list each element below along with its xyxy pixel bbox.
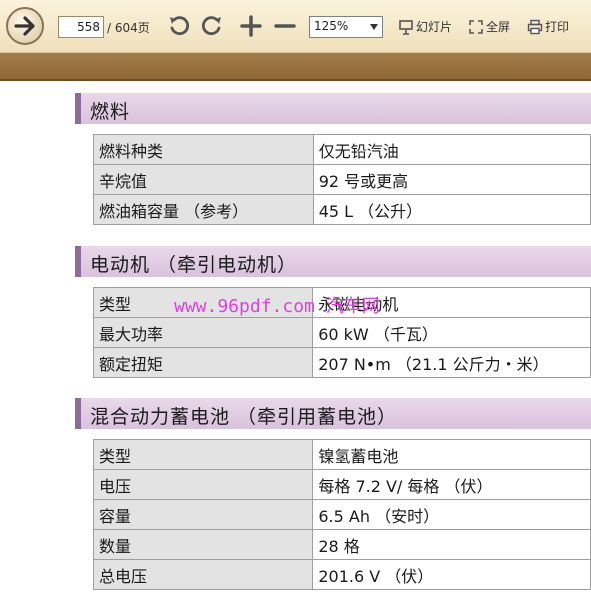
next-page-button[interactable] — [6, 7, 44, 45]
spec-table-motor: 类型 永磁电动机 最大功率 60 kW （千瓦） 额定扭矩 207 N•m （2… — [92, 287, 591, 378]
spec-key: 燃料种类 — [93, 134, 314, 165]
table-row: 类型 永磁电动机 — [92, 287, 591, 318]
rotate-right-button[interactable] — [199, 12, 225, 40]
spec-key: 额定扭矩 — [92, 347, 314, 378]
table-row: 容量 6.5 Ah （安时） — [92, 499, 591, 530]
spec-key: 数量 — [92, 529, 314, 560]
spec-value: 201.6 V （伏） — [312, 559, 591, 590]
spec-value: 仅无铅汽油 — [312, 134, 591, 165]
table-row: 类型 镍氢蓄电池 — [92, 439, 591, 470]
spec-key: 电压 — [92, 469, 314, 500]
spec-table-hybrid-battery: 类型 镍氢蓄电池 电压 每格 7.2 V/ 每格 （伏） 容量 6.5 Ah （… — [92, 439, 591, 590]
table-row: 总电压 201.6 V （伏） — [92, 559, 591, 590]
minus-icon — [274, 24, 296, 28]
chevron-down-icon — [370, 24, 378, 30]
zoom-in-button[interactable] — [238, 12, 264, 40]
spec-key: 容量 — [92, 499, 314, 530]
table-row: 燃油箱容量 （参考） 45 L （公升） — [93, 194, 591, 225]
table-row: 电压 每格 7.2 V/ 每格 （伏） — [92, 469, 591, 500]
spec-value: 45 L （公升） — [312, 194, 591, 225]
plus-icon — [240, 15, 262, 37]
spec-table-fuel: 燃料种类 仅无铅汽油 辛烷值 92 号或更高 燃油箱容量 （参考） 45 L （… — [93, 134, 591, 225]
arrow-right-icon — [14, 16, 35, 36]
fullscreen-button[interactable]: 全屏 — [468, 18, 510, 35]
page-number-input[interactable]: 558 — [58, 16, 104, 38]
slideshow-label: 幻灯片 — [416, 20, 453, 34]
spec-key: 最大功率 — [92, 317, 314, 348]
zoom-out-button[interactable] — [272, 12, 298, 40]
section-title: 电动机 （牵引电动机） — [90, 254, 298, 276]
section-title: 燃料 — [90, 101, 131, 123]
fullscreen-icon — [469, 19, 483, 34]
spec-value: 60 kW （千瓦） — [312, 317, 591, 348]
spec-value: 92 号或更高 — [312, 164, 591, 195]
spec-value: 28 格 — [312, 529, 591, 560]
spec-key: 燃油箱容量 （参考） — [93, 194, 314, 225]
slideshow-button[interactable]: 幻灯片 — [398, 18, 452, 35]
fullscreen-label: 全屏 — [486, 20, 511, 34]
section-header-hybrid-battery: 混合动力蓄电池 （牵引用蓄电池） — [75, 398, 591, 429]
rotate-left-icon — [170, 16, 190, 36]
toolbar-divider-band — [0, 53, 591, 81]
spec-value: 镍氢蓄电池 — [312, 439, 591, 470]
spec-value: 207 N•m （21.1 公斤力・米） — [312, 347, 591, 378]
spec-value: 每格 7.2 V/ 每格 （伏） — [312, 469, 591, 500]
spec-key: 总电压 — [92, 559, 314, 590]
spec-key: 类型 — [92, 439, 314, 470]
spec-value: 永磁电动机 — [312, 287, 591, 318]
rotate-left-button[interactable] — [166, 12, 192, 40]
section-title: 混合动力蓄电池 （牵引用蓄电池） — [90, 406, 398, 428]
toolbar: 558 / 604页 125% 幻灯片 全屏 打印 — [0, 0, 591, 53]
print-button[interactable]: 打印 — [527, 18, 569, 35]
print-label: 打印 — [545, 20, 570, 34]
table-row: 额定扭矩 207 N•m （21.1 公斤力・米） — [92, 347, 591, 378]
table-row: 数量 28 格 — [92, 529, 591, 560]
table-row: 辛烷值 92 号或更高 — [93, 164, 591, 195]
spec-key: 辛烷值 — [93, 164, 314, 195]
section-header-fuel: 燃料 — [75, 93, 591, 124]
zoom-value: 125% — [314, 19, 349, 33]
table-row: 最大功率 60 kW （千瓦） — [92, 317, 591, 348]
table-row: 燃料种类 仅无铅汽油 — [93, 134, 591, 165]
spec-value: 6.5 Ah （安时） — [312, 499, 591, 530]
printer-icon — [527, 19, 543, 34]
rotate-right-icon — [201, 16, 221, 36]
slideshow-icon — [399, 19, 413, 35]
page-total-label: / 604页 — [107, 21, 150, 35]
zoom-select[interactable]: 125% — [309, 16, 383, 38]
section-header-motor: 电动机 （牵引电动机） — [75, 246, 591, 277]
spec-key: 类型 — [92, 287, 314, 318]
